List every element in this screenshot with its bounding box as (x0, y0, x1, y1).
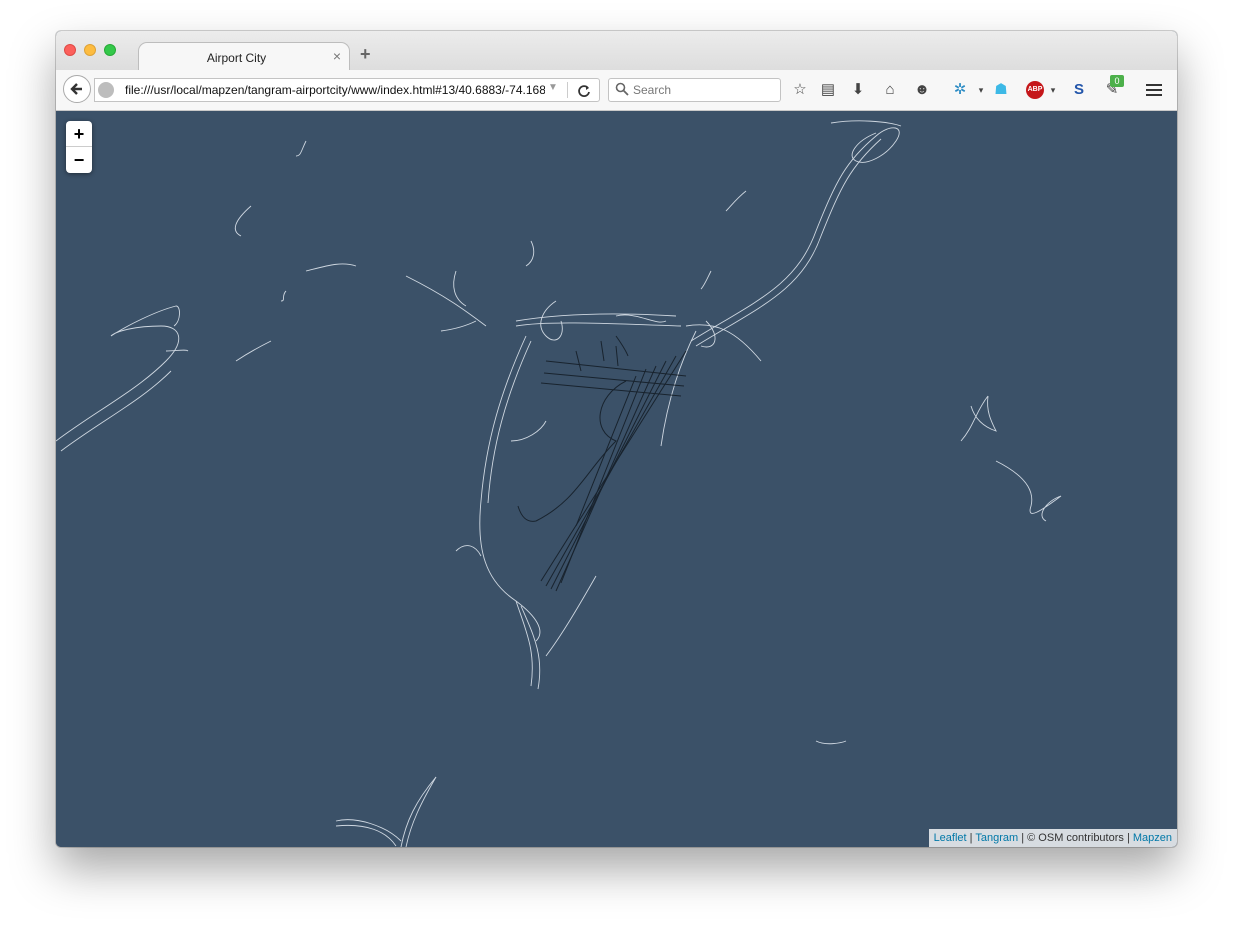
map-roads-layer (56, 120, 1062, 847)
road (453, 270, 467, 307)
url-dropdown-icon[interactable]: ▼ (548, 82, 558, 93)
search-box[interactable] (608, 78, 781, 102)
search-icon (615, 82, 629, 96)
road (510, 420, 547, 442)
reading-list-icon[interactable]: ▤ (817, 79, 839, 101)
search-input[interactable] (633, 81, 773, 99)
mapzen-link[interactable]: Mapzen (1133, 832, 1172, 844)
tangram-link[interactable]: Tangram (975, 832, 1018, 844)
leaflet-link[interactable]: Leaflet (934, 832, 967, 844)
ghostery-icon[interactable]: ☗ (990, 79, 1012, 101)
adblock-dropdown-icon[interactable]: ▾ (1042, 79, 1064, 101)
runway (517, 380, 627, 522)
runway (615, 335, 629, 357)
road (830, 120, 902, 127)
road (440, 320, 477, 332)
road (685, 324, 762, 362)
new-tab-button[interactable]: + (360, 44, 371, 65)
road (545, 575, 597, 657)
road (405, 275, 487, 327)
back-button[interactable] (63, 75, 91, 103)
network-dropdown-icon[interactable]: ▾ (970, 79, 992, 101)
url-bar[interactable]: file:///usr/local/mapzen/tangram-airport… (94, 78, 600, 102)
window-close-button[interactable] (64, 44, 76, 56)
road (615, 314, 667, 323)
tab-close-icon[interactable]: × (333, 48, 341, 64)
road (60, 370, 172, 452)
road (405, 776, 437, 847)
menu-icon[interactable] (1146, 81, 1162, 99)
s-icon[interactable]: S (1068, 79, 1090, 101)
window-maximize-button[interactable] (104, 44, 116, 56)
tab-airport-city[interactable]: Airport City × (138, 42, 350, 72)
road (525, 240, 535, 267)
road (695, 138, 882, 347)
road (305, 263, 357, 272)
map-canvas[interactable]: + − Leaflet | Tangram | © OSM contributo… (56, 111, 1177, 847)
home-icon[interactable]: ⌂ (879, 79, 901, 101)
road (235, 340, 272, 362)
url-text[interactable]: file:///usr/local/mapzen/tangram-airport… (125, 83, 545, 97)
zoom-out-button[interactable]: − (66, 147, 92, 173)
browser-window: Airport City × + file:///usr/local/mapze… (56, 31, 1177, 847)
emoji-icon[interactable]: ☻ (911, 79, 933, 101)
road (960, 395, 997, 442)
road (725, 190, 747, 212)
window-minimize-button[interactable] (84, 44, 96, 56)
road (515, 313, 677, 322)
zoom-control: + − (66, 121, 92, 173)
addon-badge: 0 (1110, 75, 1124, 87)
reload-icon[interactable] (577, 84, 591, 98)
road (995, 460, 1062, 522)
road (234, 205, 252, 237)
tab-title: Airport City (206, 51, 267, 65)
road (455, 545, 482, 557)
back-arrow-icon (70, 83, 82, 95)
url-separator (567, 82, 568, 98)
tab-bar: Airport City × + (56, 31, 1177, 72)
network-icon[interactable]: ✲ (949, 79, 971, 101)
road (335, 776, 437, 847)
road (295, 140, 307, 157)
road (479, 335, 541, 642)
zoom-in-button[interactable]: + (66, 121, 92, 147)
road (660, 330, 697, 447)
star-icon[interactable]: ☆ (789, 79, 811, 101)
globe-icon (98, 82, 114, 98)
road (540, 300, 563, 341)
road (165, 349, 189, 352)
navigation-toolbar: file:///usr/local/mapzen/tangram-airport… (56, 70, 1177, 111)
map-attribution: Leaflet | Tangram | © OSM contributors |… (928, 829, 1177, 847)
airport-runways (517, 335, 687, 592)
road (280, 290, 287, 302)
runway (560, 368, 647, 584)
attribution-osm-text: | © OSM contributors | (1018, 832, 1133, 844)
download-icon[interactable]: ⬇ (847, 79, 869, 101)
road (56, 305, 180, 442)
road (815, 740, 847, 745)
road (690, 127, 900, 342)
road (700, 270, 712, 290)
